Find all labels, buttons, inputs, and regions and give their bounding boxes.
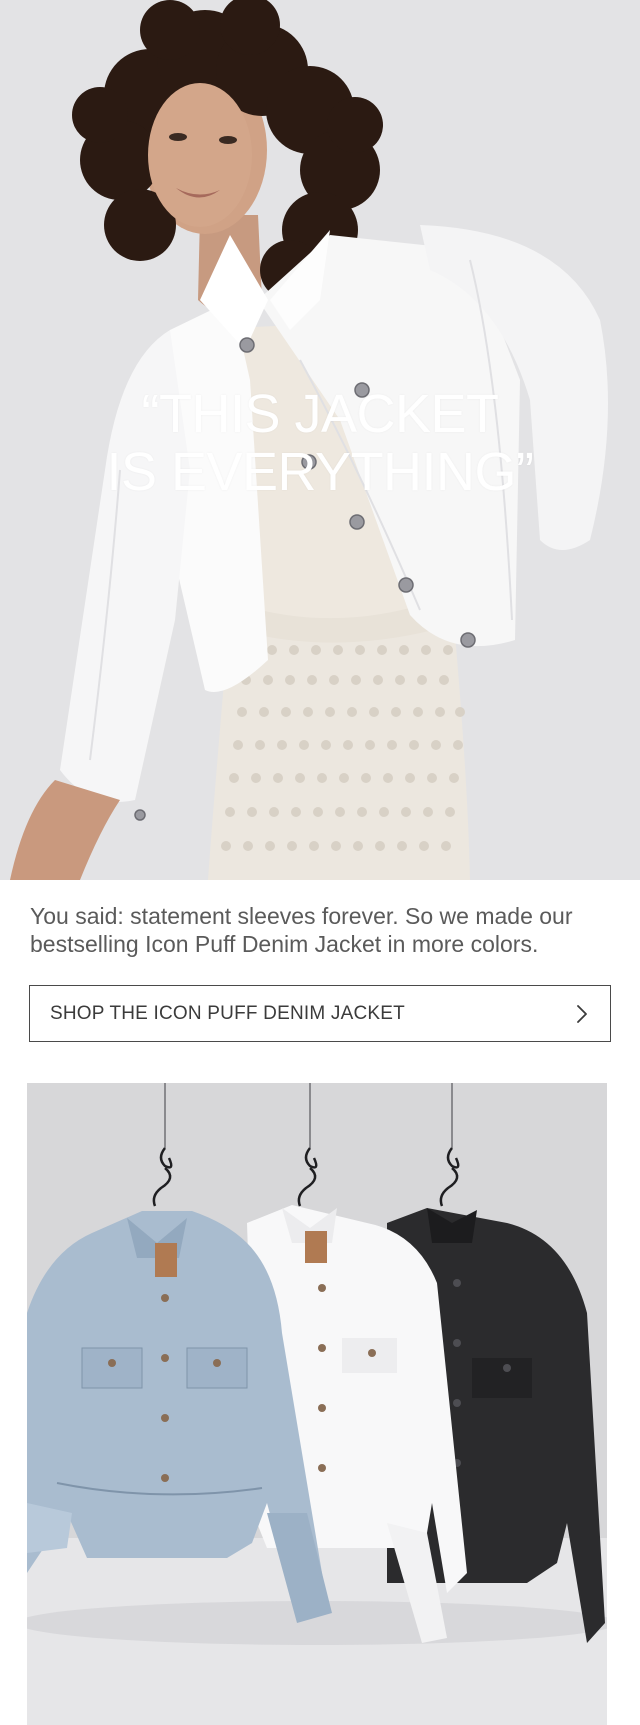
product-image[interactable] (27, 1083, 607, 1725)
jackets-on-hangers-illustration (27, 1083, 607, 1725)
hero-image[interactable]: “THIS JACKET IS EVERYTHING” (0, 0, 640, 880)
chevron-right-icon (577, 1004, 587, 1023)
hero-quote: “THIS JACKET IS EVERYTHING” (0, 385, 640, 501)
hero-quote-line2: IS EVERYTHING” (106, 442, 534, 502)
shop-puff-jacket-button[interactable]: SHOP THE ICON PUFF DENIM JACKET (29, 985, 611, 1042)
cta-label: SHOP THE ICON PUFF DENIM JACKET (50, 1002, 405, 1024)
hero-quote-line1: “THIS JACKET (141, 384, 499, 444)
email-page: “THIS JACKET IS EVERYTHING” You said: st… (0, 0, 640, 1725)
body-copy: You said: statement sleeves forever. So … (30, 903, 573, 957)
